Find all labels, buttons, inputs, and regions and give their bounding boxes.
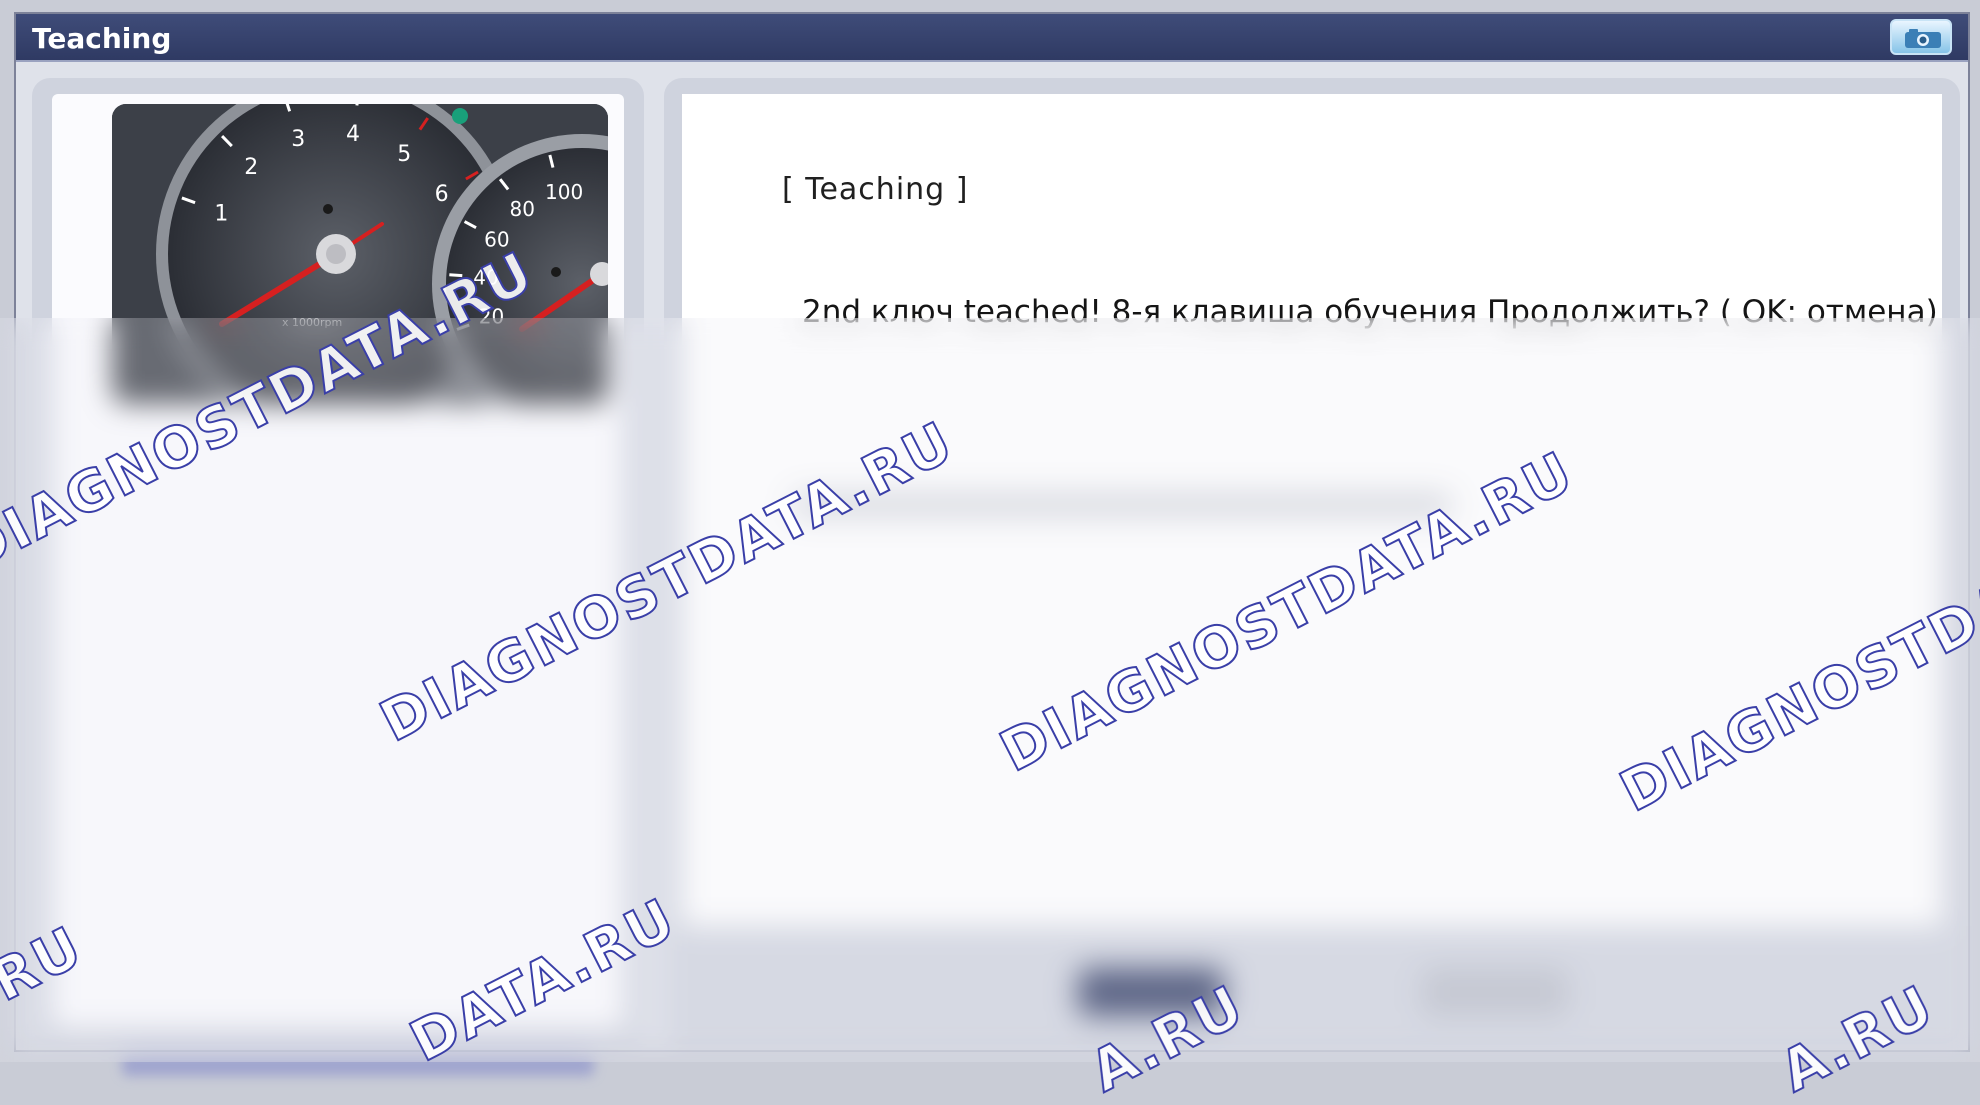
speedometer-label: 100 xyxy=(545,180,583,204)
tachometer-label: 3 xyxy=(291,127,305,152)
section-title: [ Teaching ] xyxy=(782,172,969,207)
tachometer-label: 4 xyxy=(346,122,360,147)
speedometer-label: 60 xyxy=(484,227,509,251)
camera-button[interactable] xyxy=(1890,19,1952,55)
speedometer-label: 80 xyxy=(510,197,535,221)
title-bar: Teaching xyxy=(16,14,1968,62)
blurred-region xyxy=(0,318,1980,1062)
window-title: Teaching xyxy=(32,22,172,55)
tachometer-label: 6 xyxy=(435,182,449,207)
tachometer-label: 5 xyxy=(397,142,411,167)
tachometer-label: 2 xyxy=(244,155,258,180)
camera-icon xyxy=(1905,29,1941,48)
speedometer-label: 40 xyxy=(473,265,498,289)
tachometer-label: 1 xyxy=(214,201,228,226)
